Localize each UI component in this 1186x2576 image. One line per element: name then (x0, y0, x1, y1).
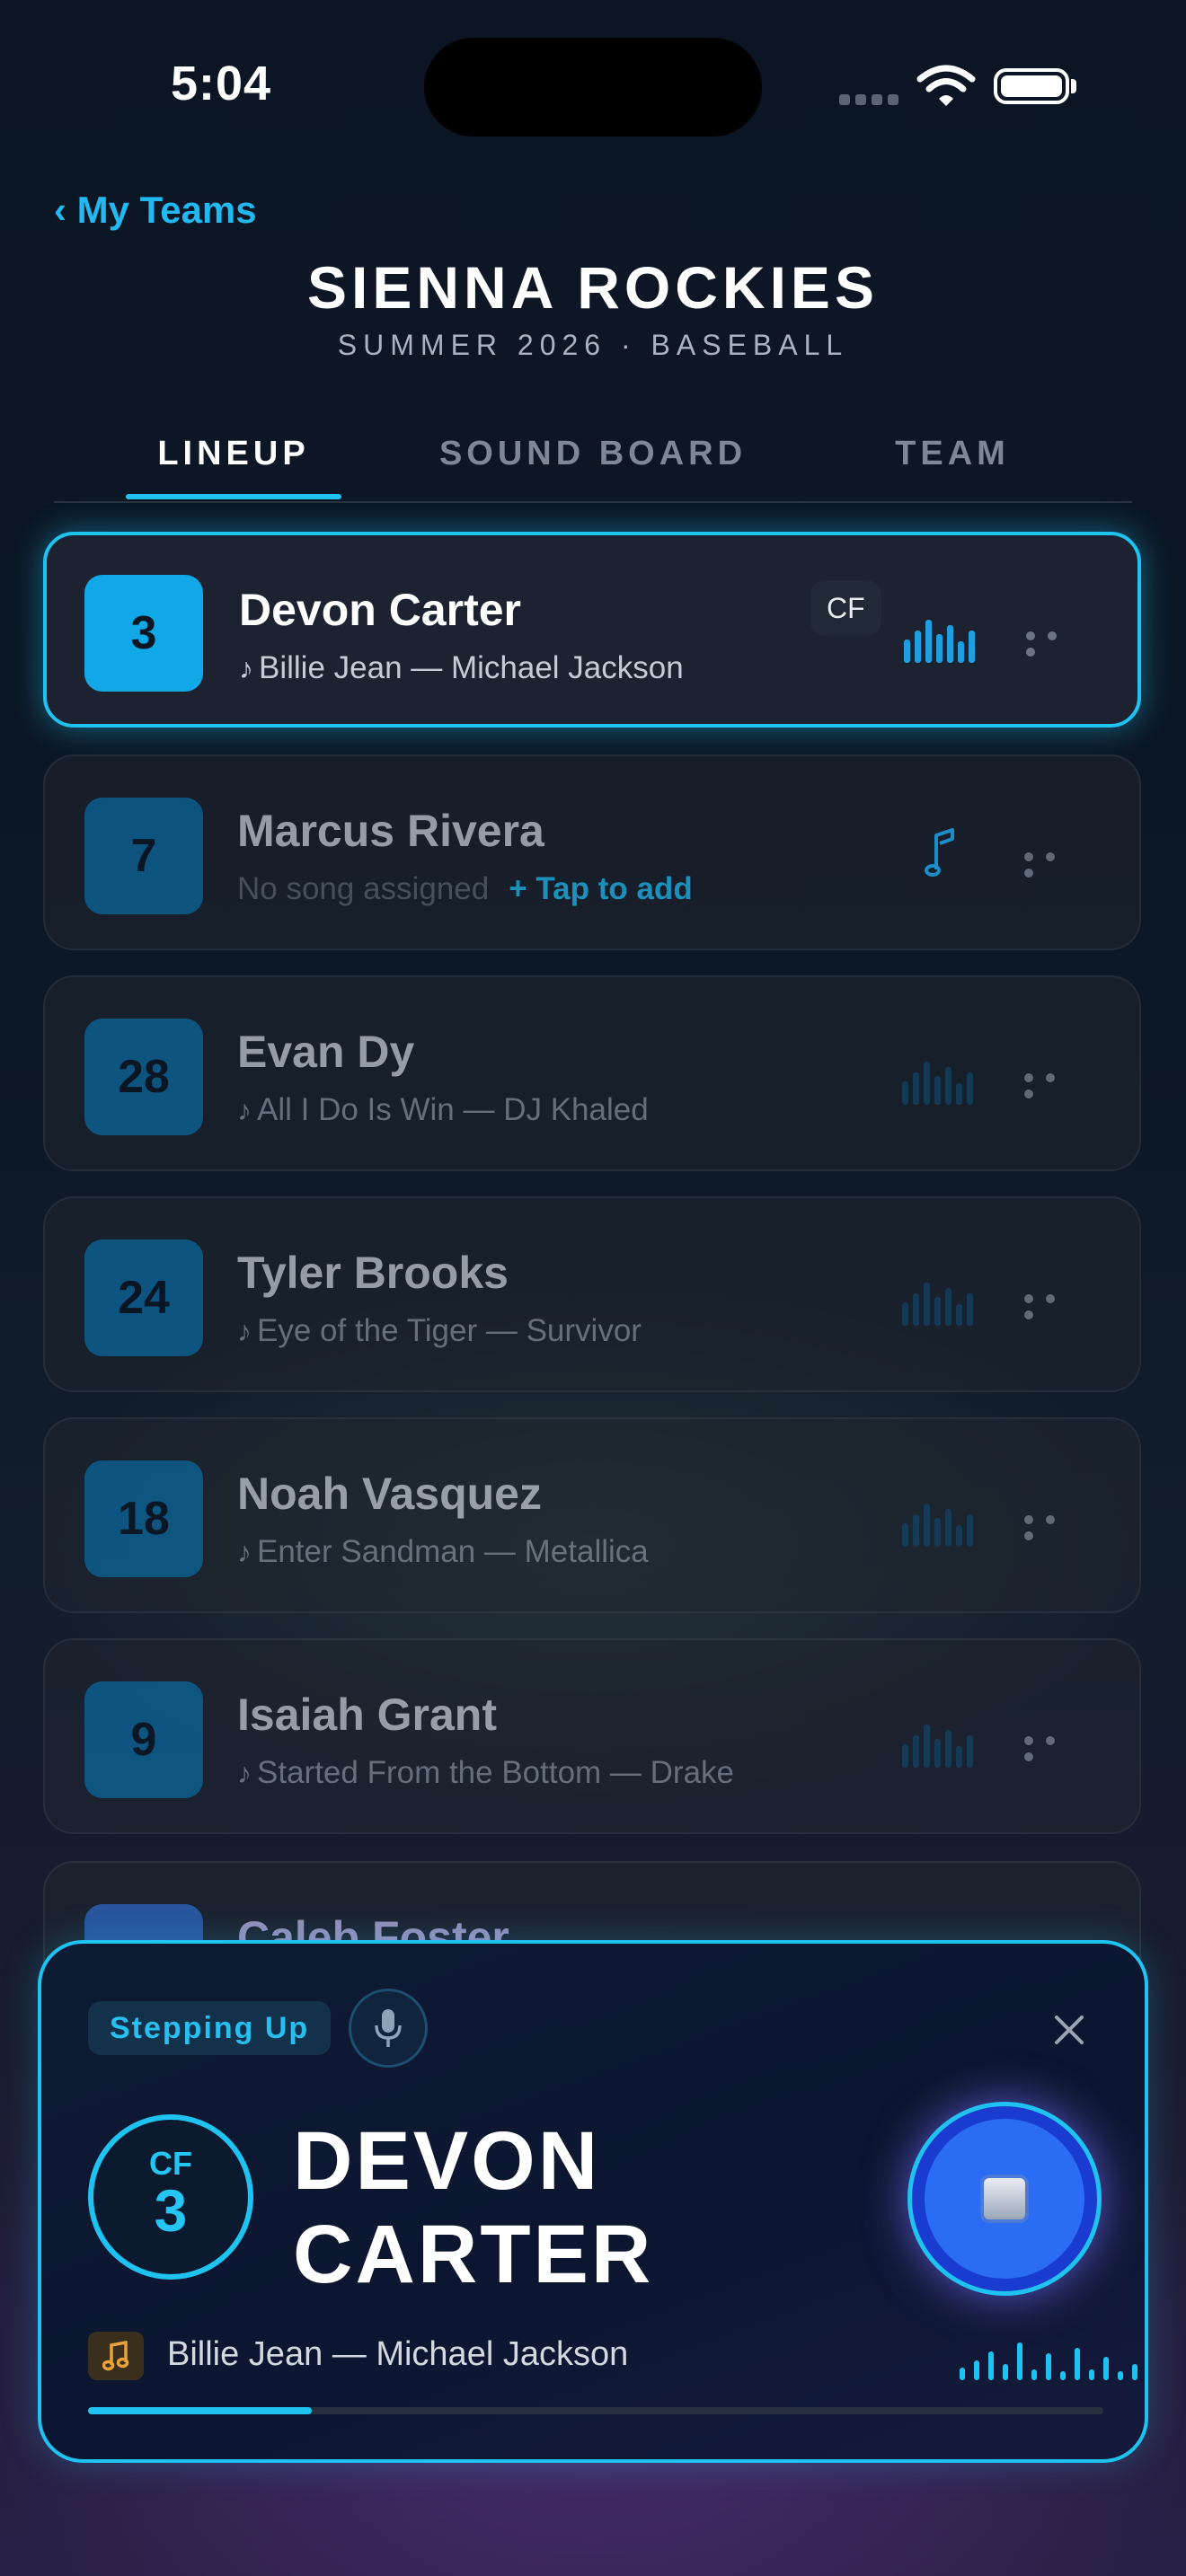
page-subtitle: SUMMER 2026 · BASEBALL (337, 329, 849, 361)
music-note-icon: ♪ (237, 1536, 252, 1568)
music-note-icon: ♪ (237, 1757, 252, 1789)
position-badge: CF (810, 580, 881, 636)
now-playing-song: Billie Jean — Michael Jackson (167, 2335, 629, 2373)
page-title: SIENNA ROCKIES (307, 254, 879, 321)
lineup-card-devon-carter[interactable]: 3 Devon Carter ♪ Billie Jean — Michael Ja… (43, 532, 1141, 728)
audio-waveform-icon (960, 2342, 1137, 2380)
music-note-icon (88, 2332, 144, 2380)
player-song: ♪ All I Do Is Win — DJ Khaled (237, 1092, 649, 1128)
status-time: 5:04 (171, 57, 272, 110)
name-line-1: DEVON (293, 2115, 601, 2207)
player-name: Tyler Brooks (237, 1248, 509, 1298)
more-options-icon[interactable] (1026, 629, 1089, 657)
more-options-icon[interactable] (1024, 1513, 1087, 1540)
wifi-icon (916, 65, 976, 106)
tab-sound-board[interactable]: SOUND BOARD (413, 435, 773, 473)
tab-divider (54, 501, 1132, 503)
music-note-icon: ♪ (237, 1094, 252, 1126)
equalizer-icon (902, 1283, 973, 1326)
player-song: ♪ Enter Sandman — Metallica (237, 1534, 649, 1570)
player-name: Devon Carter (239, 585, 521, 635)
player-name: Noah Vasquez (237, 1469, 542, 1519)
back-button[interactable]: ‹ My Teams (54, 189, 257, 232)
cellular-signal-icon (839, 93, 904, 110)
jersey-number: 3 (154, 2177, 188, 2244)
stop-button[interactable] (907, 2102, 1102, 2296)
player-song: ♪ Started From the Bottom — Drake (237, 1755, 734, 1791)
playback-progress-bar[interactable] (88, 2407, 1103, 2414)
stop-icon (980, 2175, 1029, 2223)
active-tab-indicator (126, 494, 341, 499)
music-note-icon[interactable] (924, 826, 960, 880)
player-song: ♪ Billie Jean — Michael Jackson (239, 650, 684, 686)
more-options-icon[interactable] (1024, 1071, 1087, 1098)
player-name: Marcus Rivera (237, 806, 544, 856)
jersey-number-badge: 24 (84, 1239, 203, 1356)
playback-progress-fill (88, 2407, 312, 2414)
lineup-card-evan-dy[interactable]: 28 Evan Dy ♪ All I Do Is Win — DJ Khaled (43, 975, 1141, 1171)
more-options-icon[interactable] (1024, 1292, 1087, 1319)
lineup-card-noah-vasquez[interactable]: 18 Noah Vasquez ♪ Enter Sandman — Metalli… (43, 1417, 1141, 1613)
close-icon[interactable] (1051, 2012, 1087, 2048)
more-options-icon[interactable] (1024, 850, 1087, 878)
jersey-number-badge: 18 (84, 1460, 203, 1577)
add-song-link[interactable]: + Tap to add (509, 871, 693, 906)
equalizer-icon (902, 1504, 973, 1547)
position-number-ring: CF 3 (88, 2114, 253, 2280)
microphone-button[interactable] (349, 1989, 428, 2068)
player-song: ♪ Eye of the Tiger — Survivor (237, 1313, 642, 1349)
now-batting-name: DEVON CARTER (293, 2114, 653, 2301)
player-name: Isaiah Grant (237, 1689, 497, 1740)
jersey-number-badge: 7 (84, 798, 203, 914)
lineup-card-isaiah-grant[interactable]: 9 Isaiah Grant ♪ Started From the Bottom … (43, 1638, 1141, 1834)
dynamic-island (424, 38, 762, 137)
song-title: Billie Jean — Michael Jackson (259, 650, 684, 685)
song-title: Eye of the Tiger — Survivor (257, 1313, 642, 1348)
no-song-label: No song assigned (237, 871, 490, 906)
equalizer-icon (902, 1062, 973, 1105)
microphone-icon (375, 2009, 402, 2047)
more-options-icon[interactable] (1024, 1734, 1087, 1761)
music-note-icon: ♪ (239, 652, 253, 684)
jersey-number-badge: 9 (84, 1681, 203, 1798)
song-title: Enter Sandman — Metallica (257, 1534, 649, 1569)
song-title: Started From the Bottom — Drake (257, 1755, 735, 1790)
lineup-card-marcus-rivera[interactable]: 7 Marcus Rivera No song assigned + Tap to… (43, 754, 1141, 950)
player-name: Evan Dy (237, 1027, 415, 1077)
battery-icon (994, 68, 1069, 104)
lineup-card-tyler-brooks[interactable]: 24 Tyler Brooks ♪ Eye of the Tiger — Surv… (43, 1196, 1141, 1392)
battery-nub (1071, 79, 1076, 93)
equalizer-icon (904, 620, 975, 663)
tab-team[interactable]: TEAM (836, 435, 1069, 473)
status-badge: Stepping Up (88, 2001, 332, 2055)
jersey-number-badge: 3 (84, 575, 203, 692)
tab-lineup[interactable]: LINEUP (126, 435, 341, 473)
song-title: All I Do Is Win — DJ Khaled (257, 1092, 649, 1127)
music-note-icon: ♪ (237, 1315, 252, 1347)
now-playing-panel: Stepping Up CF 3 DEVON CARTER Billie Jea… (38, 1940, 1148, 2463)
jersey-number-badge: 28 (84, 1019, 203, 1135)
player-song: No song assigned + Tap to add (237, 871, 693, 907)
equalizer-icon (902, 1725, 973, 1768)
name-line-2: CARTER (293, 2209, 654, 2300)
